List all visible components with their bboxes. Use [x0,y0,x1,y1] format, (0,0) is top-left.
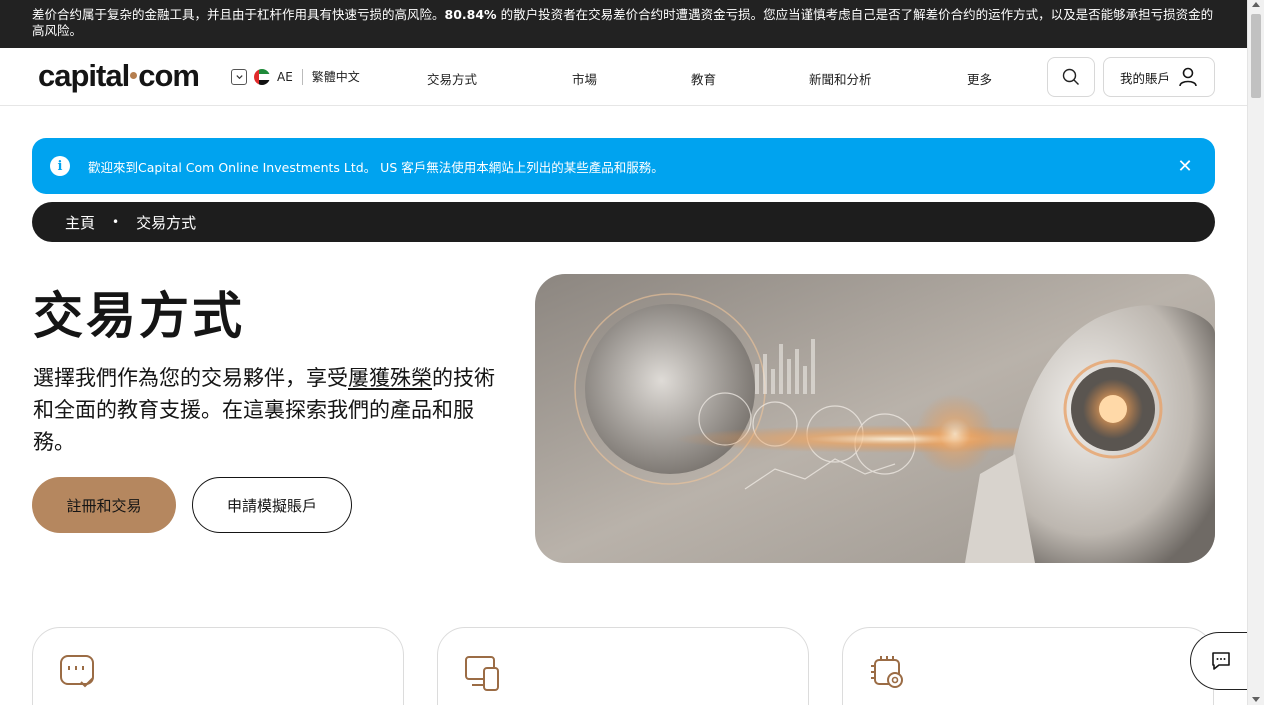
risk-text-before: 差价合约属于复杂的金融工具，并且由于杠杆作用具有快速亏损的高风险。 [32,7,445,22]
info-icon: i [50,156,70,176]
awards-link[interactable]: 屢獲殊榮 [348,366,432,390]
breadcrumb-separator: • [112,215,120,229]
nav-ways-to-trade[interactable]: 交易方式 [427,69,477,88]
nav-markets[interactable]: 市場 [572,69,597,88]
scrollbar[interactable] [1247,0,1264,705]
risk-warning-banner: 差价合约属于复杂的金融工具，并且由于杠杆作用具有快速亏损的高风险。80.84% … [0,0,1247,48]
risk-percent: 80.84% [444,7,497,22]
logo[interactable]: capital com [38,58,200,94]
nav-more[interactable]: 更多 [967,69,992,88]
info-banner: i 歡迎來到Capital Com Online Investments Ltd… [32,138,1215,194]
search-icon [1062,68,1079,85]
chat-icon [1211,652,1230,670]
language-label[interactable]: 繁體中文 [312,68,360,85]
account-label: 我的賬戶 [1119,70,1170,86]
nav-news-analysis[interactable]: 新聞和分析 [809,69,872,88]
nav-education[interactable]: 教育 [691,69,716,88]
close-icon[interactable]: ✕ [1175,156,1195,177]
feature-card[interactable] [32,627,404,705]
site-header: capital com AE 繁體中文 交易方式 市場 教育 新聞和分析 更多 我… [0,48,1247,106]
scroll-down-icon[interactable] [1252,697,1260,702]
logo-text-left: capital [38,58,130,93]
breadcrumb-current: 交易方式 [136,213,197,232]
chip-gear-icon [871,656,903,688]
hero-desc-part1: 選擇我們作為您的交易夥伴，享受 [33,366,348,390]
breadcrumb: 主頁 • 交易方式 [32,202,1215,242]
search-button[interactable] [1047,57,1095,97]
my-account-button[interactable]: 我的賬戶 [1103,57,1215,97]
logo-dot [130,72,138,80]
scrollbar-thumb[interactable] [1251,14,1261,98]
scroll-up-icon[interactable] [1252,2,1260,7]
sign-up-trade-button[interactable]: 註冊和交易 [32,477,176,533]
chevron-down-icon[interactable] [231,68,247,85]
divider [301,68,303,85]
uae-flag-icon [254,68,270,85]
feature-card[interactable] [437,627,809,705]
page-title: 交易方式 [33,287,245,345]
devices-icon [465,656,499,691]
breadcrumb-home[interactable]: 主頁 [65,212,95,233]
hero-image [535,274,1215,563]
demo-account-button[interactable]: 申請模擬賬戶 [192,477,352,533]
info-banner-text: 歡迎來到Capital Com Online Investments Ltd。 … [88,159,664,175]
region-selector[interactable]: AE 繁體中文 [231,68,360,85]
hero-description: 選擇我們作為您的交易夥伴，享受屢獲殊榮的技術和全面的教育支援。在這裏探索我們的產… [33,362,503,458]
chat-check-icon [60,655,94,688]
logo-text-right: com [138,58,200,93]
chat-button[interactable] [1190,632,1250,690]
region-code: AE [277,69,293,84]
user-icon [1179,67,1197,87]
feature-card[interactable] [842,627,1214,705]
